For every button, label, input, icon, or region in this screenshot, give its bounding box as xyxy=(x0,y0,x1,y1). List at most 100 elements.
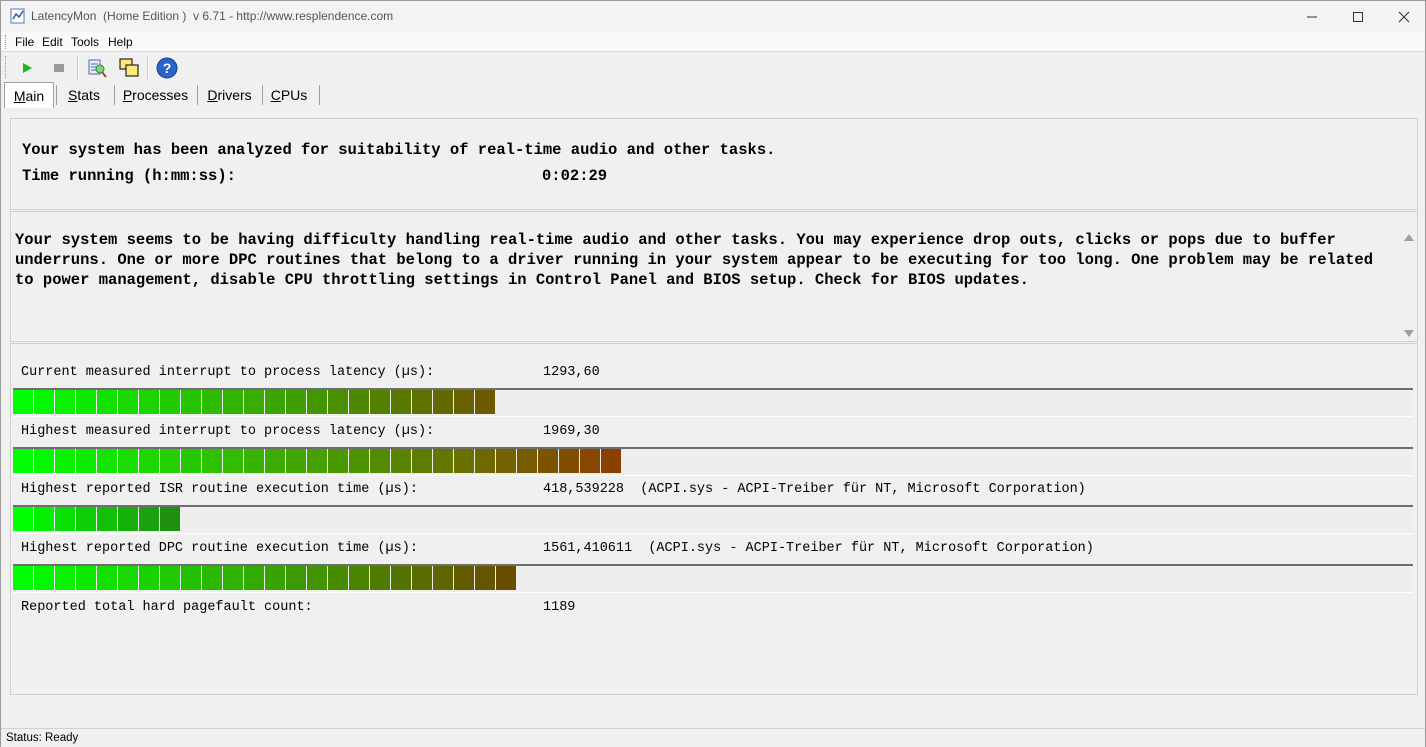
menu-help[interactable]: Help xyxy=(108,35,133,49)
metric-value-current-latency: 1293,60 xyxy=(543,365,600,380)
bar-segment xyxy=(244,566,264,590)
bar-segment xyxy=(118,449,138,473)
time-running-value: 0:02:29 xyxy=(542,167,608,185)
metric-label-highest-latency: Highest measured interrupt to process la… xyxy=(21,424,435,439)
bar-segment xyxy=(34,566,54,590)
bar-segment xyxy=(370,390,390,414)
bar-segment xyxy=(55,507,75,531)
isr-time-bar xyxy=(13,505,1413,534)
metric-value-dpc-time: 1561,410611 (ACPI.sys - ACPI-Treiber für… xyxy=(543,541,1094,556)
windows-button[interactable] xyxy=(117,56,141,80)
message-scrollbar[interactable] xyxy=(1400,212,1417,341)
menu-file[interactable]: File xyxy=(15,35,34,49)
tab-strip: Main Stats Processes Drivers CPUs xyxy=(1,82,1425,108)
toolbar-separator xyxy=(77,56,79,80)
metric-label-current-latency: Current measured interrupt to process la… xyxy=(21,365,435,380)
tab-drivers[interactable]: Drivers xyxy=(198,84,261,106)
bar-segment xyxy=(349,566,369,590)
bar-segment xyxy=(580,449,600,473)
app-icon xyxy=(10,8,25,24)
title-bar[interactable]: LatencyMon (Home Edition ) v 6.71 - http… xyxy=(1,1,1425,32)
bar-segment xyxy=(34,449,54,473)
bar-segment xyxy=(181,566,201,590)
tab-stats-label: Stats xyxy=(68,87,100,103)
scroll-down-arrow-icon[interactable] xyxy=(1404,330,1414,337)
bar-segment xyxy=(97,507,117,531)
metric-label-dpc-time: Highest reported DPC routine execution t… xyxy=(21,541,418,556)
bar-segment xyxy=(265,449,285,473)
toolbar: ? xyxy=(1,52,1425,82)
analysis-message: Your system seems to be having difficult… xyxy=(15,231,1374,289)
close-icon xyxy=(1398,11,1410,22)
bar-segment xyxy=(286,449,306,473)
bar-segment xyxy=(412,390,432,414)
metric-label-isr-time: Highest reported ISR routine execution t… xyxy=(21,482,418,497)
report-button[interactable] xyxy=(85,56,109,80)
tab-cpus[interactable]: CPUs xyxy=(263,84,315,106)
menu-tools[interactable]: Tools xyxy=(71,35,99,49)
tab-main[interactable]: Main xyxy=(4,82,54,108)
maximize-button[interactable] xyxy=(1335,1,1381,32)
close-button[interactable] xyxy=(1381,1,1426,32)
tab-cpus-label: CPUs xyxy=(270,87,308,103)
analysis-summary: Your system has been analyzed for suitab… xyxy=(22,141,776,159)
bar-segment xyxy=(475,449,495,473)
bar-segment xyxy=(139,449,159,473)
metrics-panel: Current measured interrupt to process la… xyxy=(10,343,1418,695)
bar-segment xyxy=(223,390,243,414)
toolbar-separator xyxy=(147,56,149,80)
status-text: Status: Ready xyxy=(6,732,79,744)
tab-processes[interactable]: Processes xyxy=(115,84,196,106)
menu-grip xyxy=(5,35,8,49)
bar-segment xyxy=(454,390,474,414)
bar-segment xyxy=(412,566,432,590)
bar-segment xyxy=(391,566,411,590)
bar-segment xyxy=(328,566,348,590)
bar-segment xyxy=(391,449,411,473)
tab-stats[interactable]: Stats xyxy=(57,84,111,106)
bar-segment xyxy=(202,390,222,414)
bar-segment xyxy=(160,449,180,473)
bar-segment xyxy=(181,390,201,414)
bar-segment xyxy=(244,449,264,473)
bar-segment xyxy=(223,449,243,473)
bar-segment xyxy=(328,449,348,473)
tab-processes-label: Processes xyxy=(122,87,189,103)
bar-segment xyxy=(139,390,159,414)
bar-segment xyxy=(286,566,306,590)
svg-text:?: ? xyxy=(163,60,172,76)
bar-segment xyxy=(307,566,327,590)
bar-segment xyxy=(454,566,474,590)
bar-segment xyxy=(55,566,75,590)
bar-segment xyxy=(160,507,180,531)
bar-segment xyxy=(118,390,138,414)
scroll-up-arrow-icon[interactable] xyxy=(1404,234,1414,241)
bar-segment xyxy=(412,449,432,473)
bar-segment xyxy=(13,507,33,531)
bar-segment xyxy=(55,449,75,473)
bar-segment xyxy=(349,449,369,473)
bar-segment xyxy=(559,449,579,473)
help-button[interactable]: ? xyxy=(155,56,179,80)
stop-button[interactable] xyxy=(47,56,71,80)
bar-segment xyxy=(97,566,117,590)
bar-segment xyxy=(433,449,453,473)
bar-segment xyxy=(370,566,390,590)
stop-icon xyxy=(54,64,64,72)
start-button[interactable] xyxy=(15,56,39,80)
bar-segment xyxy=(118,566,138,590)
start-icon xyxy=(23,63,32,73)
bar-segment xyxy=(286,390,306,414)
bar-segment xyxy=(601,449,621,473)
metric-value-isr-time: 418,539228 (ACPI.sys - ACPI-Treiber für … xyxy=(543,482,1086,497)
app-window: LatencyMon (Home Edition ) v 6.71 - http… xyxy=(0,0,1426,747)
bar-segment xyxy=(181,449,201,473)
minimize-button[interactable] xyxy=(1289,1,1335,32)
bar-segment xyxy=(328,390,348,414)
bar-segment xyxy=(265,566,285,590)
tab-drivers-label: Drivers xyxy=(207,87,252,103)
bar-segment xyxy=(76,449,96,473)
toolbar-grip xyxy=(5,56,8,78)
tab-separator xyxy=(319,85,320,105)
menu-edit[interactable]: Edit xyxy=(42,35,63,49)
